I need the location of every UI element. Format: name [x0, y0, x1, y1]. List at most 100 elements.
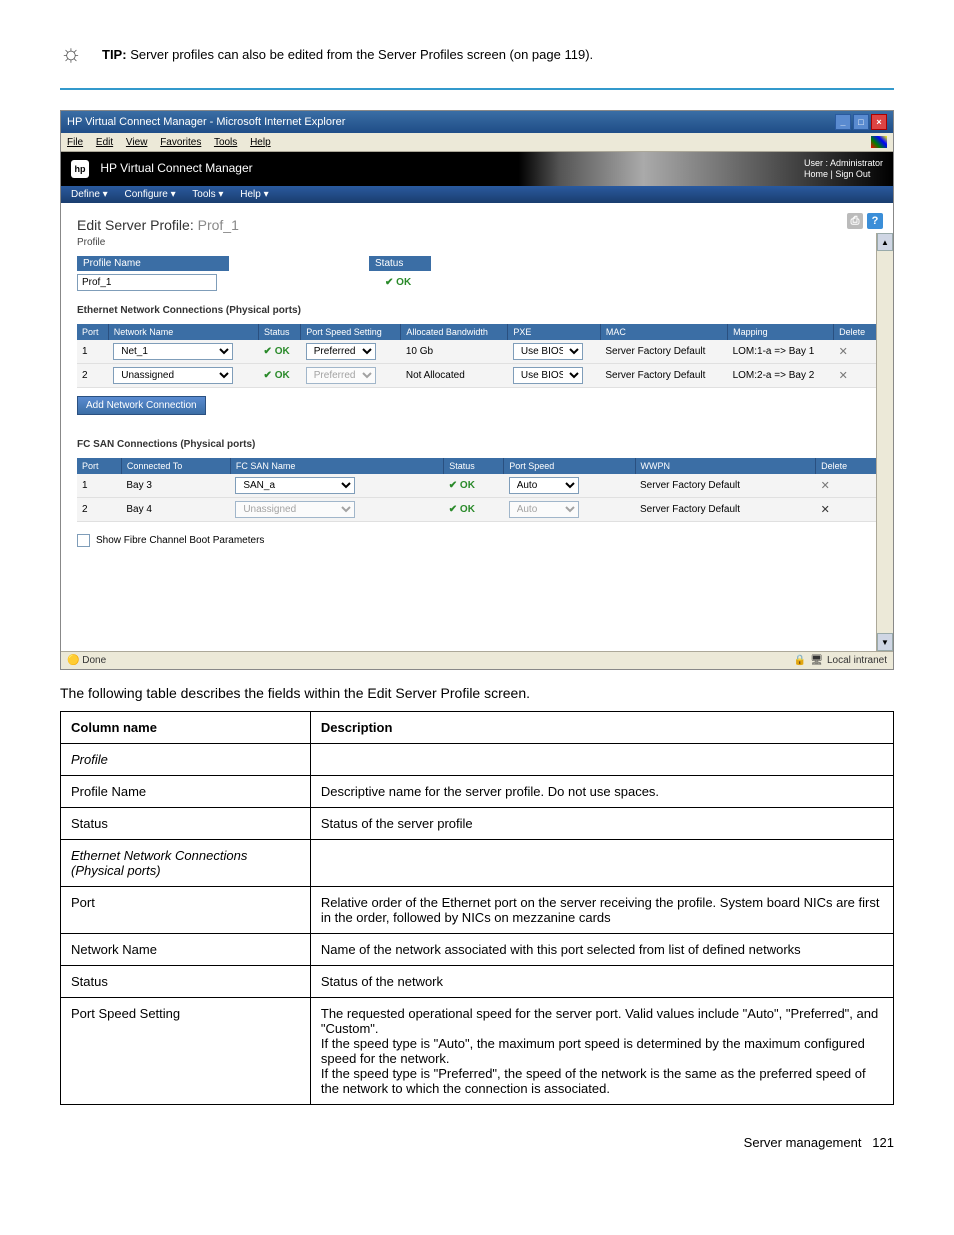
hdr-description: Description [310, 712, 893, 744]
status-ok: OK [264, 346, 290, 357]
cell: Server Factory Default [600, 364, 727, 388]
cell: Bay 3 [121, 474, 230, 498]
table-row: Ethernet Network Connections (Physical p… [61, 840, 894, 887]
port-speed-select[interactable]: Preferred [306, 367, 376, 384]
help-icon[interactable]: ? [867, 213, 883, 229]
eth-col-pxe: PXE [508, 324, 601, 340]
menu-view[interactable]: View [126, 137, 148, 148]
fc-san-select[interactable]: Unassigned [235, 501, 355, 518]
delete-icon[interactable]: ✕ [839, 346, 848, 358]
eth-col-del: Delete [834, 324, 877, 340]
ethernet-section-label: Ethernet Network Connections (Physical p… [77, 305, 877, 316]
add-network-connection-button[interactable]: Add Network Connection [77, 396, 206, 415]
footer-section: Server management [744, 1135, 862, 1150]
nav-define[interactable]: Define ▾ [71, 189, 108, 200]
cell: LOM:2-a => Bay 2 [728, 364, 834, 388]
profile-subhead: Profile [77, 237, 877, 248]
cell: Bay 4 [121, 498, 230, 522]
window-minimize-button[interactable]: _ [835, 114, 851, 130]
table-row: 1 Bay 3 SAN_a OK Auto Server Factory Def… [77, 474, 877, 498]
eth-col-mac: MAC [600, 324, 727, 340]
fc-col-status: Status [444, 458, 504, 474]
cell: Profile [61, 744, 311, 776]
menu-edit[interactable]: Edit [96, 137, 113, 148]
cell: 1 [77, 474, 121, 498]
table-row: PortRelative order of the Ethernet port … [61, 887, 894, 934]
scroll-down-icon[interactable]: ▼ [877, 633, 893, 651]
cell: 1 [77, 340, 108, 364]
eth-col-bw: Allocated Bandwidth [401, 324, 508, 340]
cell: Name of the network associated with this… [310, 934, 893, 966]
table-row: Profile [61, 744, 894, 776]
tip-label: TIP: [102, 47, 127, 62]
status-done: 🟡 Done [67, 655, 106, 666]
fc-speed-select[interactable]: Auto [509, 501, 579, 518]
menu-tools[interactable]: Tools [214, 137, 237, 148]
vertical-scrollbar[interactable]: ▲ ▼ [876, 233, 893, 651]
fc-col-port: Port [77, 458, 121, 474]
cell: 2 [77, 364, 108, 388]
content-area: ⎙ ? Edit Server Profile: Prof_1 Profile … [61, 203, 893, 651]
cell: Relative order of the Ethernet port on t… [310, 887, 893, 934]
profile-name-input[interactable] [77, 274, 217, 291]
window-close-button[interactable]: × [871, 114, 887, 130]
window-titlebar: HP Virtual Connect Manager - Microsoft I… [61, 111, 893, 133]
tip-text: TIP: Server profiles can also be edited … [102, 47, 593, 62]
user-line: User : Administrator [804, 158, 883, 169]
cell: Status of the network [310, 966, 893, 998]
scroll-up-icon[interactable]: ▲ [877, 233, 893, 251]
nav-tools[interactable]: Tools ▾ [192, 189, 223, 200]
profile-status-header: Status [369, 256, 431, 271]
delete-icon[interactable]: ✕ [821, 480, 830, 492]
window-maximize-button[interactable]: □ [853, 114, 869, 130]
status-ok: OK [449, 504, 475, 515]
page-title-prefix: Edit Server Profile: [77, 217, 194, 233]
cell: Not Allocated [401, 364, 508, 388]
delete-icon[interactable]: ✕ [821, 504, 830, 516]
table-row: Port Speed SettingThe requested operatio… [61, 998, 894, 1105]
network-name-select[interactable]: Unassigned [113, 367, 233, 384]
boot-params-checkbox[interactable] [77, 534, 90, 547]
table-row: 1 Net_1 OK Preferred 10 Gb Use BIOS Serv… [77, 340, 877, 364]
print-icon[interactable]: ⎙ [847, 213, 863, 229]
cell: Status of the server profile [310, 808, 893, 840]
menu-favorites[interactable]: Favorites [160, 137, 201, 148]
description-table: Column name Description Profile Profile … [60, 711, 894, 1105]
fc-col-san: FC SAN Name [230, 458, 443, 474]
window-title: HP Virtual Connect Manager - Microsoft I… [67, 116, 345, 128]
fc-col-wwpn: WWPN [635, 458, 816, 474]
pxe-select[interactable]: Use BIOS [513, 343, 583, 360]
home-link[interactable]: Home [804, 169, 828, 179]
cell: Status [61, 808, 311, 840]
nav-help[interactable]: Help ▾ [240, 189, 268, 200]
delete-icon[interactable]: ✕ [839, 370, 848, 382]
cell [310, 840, 893, 887]
menu-file[interactable]: File [67, 137, 83, 148]
page-title-name: Prof_1 [198, 217, 239, 233]
port-speed-select[interactable]: Preferred [306, 343, 376, 360]
pxe-select[interactable]: Use BIOS [513, 367, 583, 384]
menu-help[interactable]: Help [250, 137, 271, 148]
nav-configure[interactable]: Configure ▾ [125, 189, 176, 200]
network-name-select[interactable]: Net_1 [113, 343, 233, 360]
cell: LOM:1-a => Bay 1 [728, 340, 834, 364]
cell: Server Factory Default [635, 498, 816, 522]
hp-logo-icon: hp [71, 160, 89, 178]
intro-text: The following table describes the fields… [60, 685, 894, 701]
status-ok: OK [449, 480, 475, 491]
cell: Server Factory Default [635, 474, 816, 498]
fc-san-select[interactable]: SAN_a [235, 477, 355, 494]
profile-status-value: OK [385, 277, 411, 288]
table-row: Network NameName of the network associat… [61, 934, 894, 966]
fc-col-speed: Port Speed [504, 458, 635, 474]
signout-link[interactable]: Sign Out [835, 169, 870, 179]
ie-statusbar: 🟡 Done 🔒 🖥 Local intranet [61, 651, 893, 669]
page-title: Edit Server Profile: Prof_1 [77, 217, 877, 233]
fc-speed-select[interactable]: Auto [509, 477, 579, 494]
ie-logo-icon [871, 136, 887, 148]
boot-params-row: Show Fibre Channel Boot Parameters [77, 534, 877, 547]
status-zone: Local intranet [827, 655, 887, 666]
app-header-bar: hp HP Virtual Connect Manager User : Adm… [61, 152, 893, 186]
eth-col-status: Status [259, 324, 301, 340]
table-row: Profile NameDescriptive name for the ser… [61, 776, 894, 808]
